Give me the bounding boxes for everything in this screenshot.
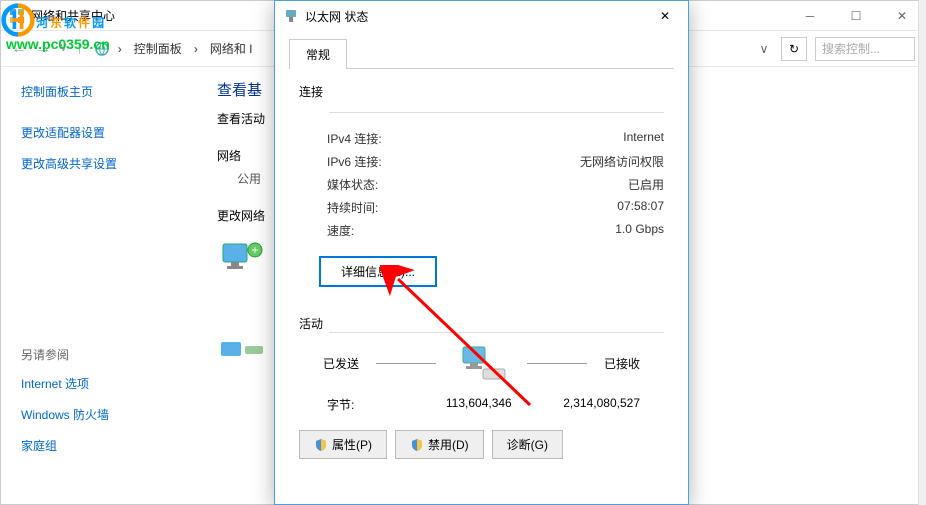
sidebar-home[interactable]: 控制面板主页 xyxy=(21,83,181,100)
received-label: 已接收 xyxy=(604,355,640,372)
tab-general[interactable]: 常规 xyxy=(289,39,347,69)
address-dropdown[interactable]: ∨ xyxy=(751,37,777,61)
bg-title: 网络和共享中心 xyxy=(31,7,115,24)
tabs: 常规 xyxy=(289,39,674,69)
details-button[interactable]: 详细信息(E)... xyxy=(319,256,437,287)
shield-icon xyxy=(314,438,328,452)
ipv4-label: IPv4 连接: xyxy=(327,130,382,147)
media-label: 媒体状态: xyxy=(327,176,378,193)
sidebar-homegroup[interactable]: 家庭组 xyxy=(21,437,181,454)
speed-label: 速度: xyxy=(327,222,354,239)
ipv6-label: IPv6 连接: xyxy=(327,153,382,170)
connection-icon-1[interactable]: + xyxy=(217,240,277,276)
ipv6-value: 无网络访问权限 xyxy=(580,153,664,170)
activity-line xyxy=(376,363,436,364)
breadcrumb[interactable]: › 控制面板 › 网络和 I xyxy=(94,38,257,59)
maximize-button[interactable]: ☐ xyxy=(833,1,879,31)
minimize-button[interactable]: ─ xyxy=(787,1,833,31)
right-edge xyxy=(918,0,926,505)
crumb-sep: › xyxy=(114,40,126,58)
shield-icon xyxy=(410,438,424,452)
connection-icon-2[interactable] xyxy=(217,336,277,372)
sidebar-advanced[interactable]: 更改高级共享设置 xyxy=(21,155,181,172)
disable-button[interactable]: 禁用(D) xyxy=(395,430,484,459)
svg-text:+: + xyxy=(251,243,258,257)
activity-icon xyxy=(453,343,509,383)
crumb-sep: › xyxy=(190,40,202,58)
ipv4-value: Internet xyxy=(623,130,664,147)
bytes-label: 字节: xyxy=(327,396,354,413)
diagnose-button[interactable]: 诊断(G) xyxy=(492,430,563,459)
network-icon xyxy=(94,41,110,57)
bg-window-buttons: ─ ☐ ✕ xyxy=(787,1,925,31)
activity-header: 活动 xyxy=(299,315,664,332)
duration-label: 持续时间: xyxy=(327,199,378,216)
properties-button[interactable]: 属性(P) xyxy=(299,430,387,459)
up-button[interactable]: ↑ xyxy=(76,40,84,58)
speed-value: 1.0 Gbps xyxy=(615,222,664,239)
bytes-received: 2,314,080,527 xyxy=(563,396,640,413)
media-value: 已启用 xyxy=(628,176,664,193)
nav-arrows: ← → ∨ ↑ xyxy=(11,40,84,58)
sidebar-firewall[interactable]: Windows 防火墙 xyxy=(21,406,181,423)
back-button[interactable]: ← xyxy=(11,40,27,58)
search-input[interactable]: 搜索控制... xyxy=(815,37,915,61)
divider xyxy=(329,112,664,113)
history-dropdown[interactable]: ∨ xyxy=(59,40,68,58)
sidebar-also-header: 另请参阅 xyxy=(21,346,181,363)
sidebar-adapter[interactable]: 更改适配器设置 xyxy=(21,124,181,141)
crumb-2[interactable]: 网络和 I xyxy=(206,38,257,59)
ethernet-icon xyxy=(283,8,299,24)
forward-button[interactable]: → xyxy=(35,40,51,58)
network-center-icon xyxy=(9,8,25,24)
bytes-sent: 113,604,346 xyxy=(446,396,512,413)
refresh-button[interactable]: ↻ xyxy=(781,37,807,61)
sent-label: 已发送 xyxy=(323,355,359,372)
sidebar: 控制面板主页 更改适配器设置 更改高级共享设置 另请参阅 Internet 选项… xyxy=(1,67,201,504)
dialog-close-button[interactable]: ✕ xyxy=(642,1,688,31)
dialog-title: 以太网 状态 xyxy=(305,8,368,25)
crumb-1[interactable]: 控制面板 xyxy=(130,38,186,59)
sidebar-internet-options[interactable]: Internet 选项 xyxy=(21,375,181,392)
duration-value: 07:58:07 xyxy=(617,199,664,216)
connection-header: 连接 xyxy=(299,83,664,100)
ethernet-status-dialog: 以太网 状态 ✕ 常规 连接 IPv4 连接: Internet IPv6 连接:… xyxy=(274,0,689,505)
dialog-titlebar: 以太网 状态 xyxy=(275,1,688,31)
activity-line xyxy=(527,363,587,364)
